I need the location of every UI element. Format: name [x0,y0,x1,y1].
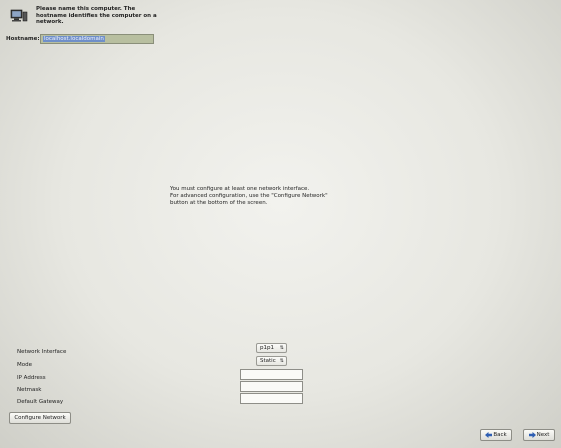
installer-screen: Please name this computer. The hostname … [0,0,561,448]
hostname-label: Hostname: [6,36,40,42]
header: Please name this computer. The hostname … [0,0,561,32]
network-interface-value: p1p1 [260,345,274,351]
next-arrow-icon [528,431,536,438]
header-text: Please name this computer. The hostname … [36,6,157,25]
network-interface-label: Network Interface [17,349,67,355]
next-button[interactable]: Next [523,429,555,441]
default-gateway-label: Default Gateway [17,399,64,405]
default-gateway-input[interactable] [240,393,303,404]
network-computer-icon [10,9,28,22]
ip-address-label: IP Address [17,375,46,381]
back-button[interactable]: Back [480,429,512,441]
netmask-input[interactable] [240,381,303,392]
back-arrow-icon [485,431,493,438]
network-message: You must configure at least one network … [170,186,340,206]
hostname-value: localhost.localdomain [43,36,105,42]
ip-address-input[interactable] [240,369,303,380]
network-interface-select[interactable]: p1p1 ⇅ [256,343,287,353]
select-arrows-icon: ⇅ [279,358,284,364]
mode-label: Mode [17,362,32,368]
hostname-input[interactable]: localhost.localdomain [40,34,154,44]
message-line-2: For advanced configuration, use the "Con… [170,192,328,206]
next-button-label: Next [536,432,550,438]
back-button-label: Back [493,432,507,438]
select-arrows-icon: ⇅ [279,345,284,351]
mode-select[interactable]: Static ⇅ [256,356,287,366]
configure-network-button[interactable]: Configure Network [9,412,71,424]
netmask-label: Netmask [17,387,42,393]
mode-value: Static [260,358,276,364]
message-line-1: You must configure at least one network … [170,186,310,192]
